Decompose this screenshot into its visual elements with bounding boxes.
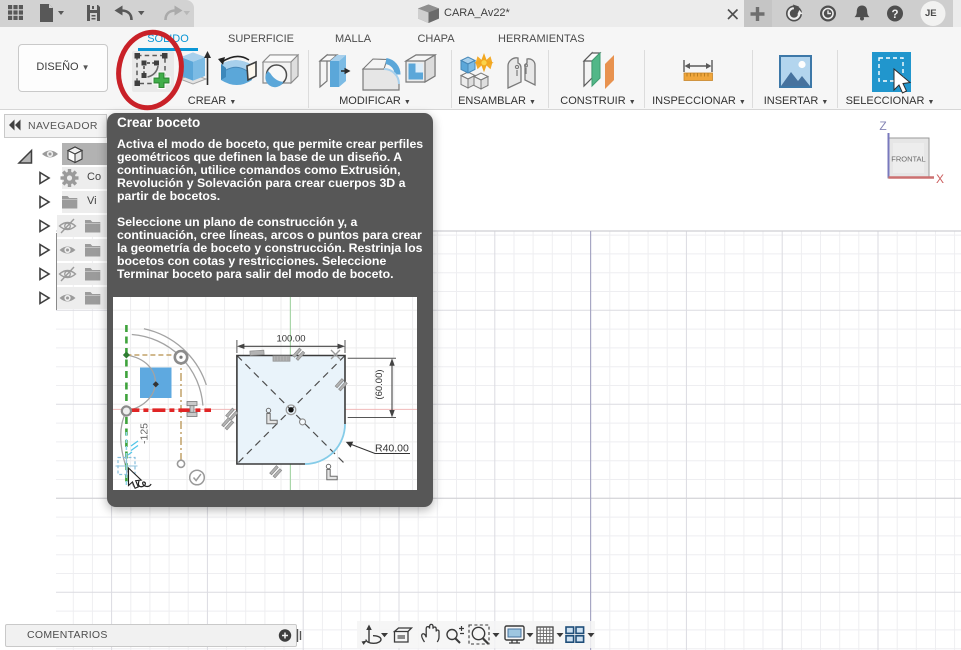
svg-text:?: ? — [891, 9, 898, 21]
svg-text:-125: -125 — [139, 423, 151, 444]
svg-text:R40.00: R40.00 — [375, 443, 409, 455]
svg-text:100.00: 100.00 — [276, 334, 305, 345]
svg-text:FRONTAL: FRONTAL — [891, 155, 925, 164]
svg-text:Z: Z — [879, 119, 886, 133]
svg-text:(60.00): (60.00) — [374, 369, 385, 399]
svg-text:X: X — [936, 172, 944, 186]
